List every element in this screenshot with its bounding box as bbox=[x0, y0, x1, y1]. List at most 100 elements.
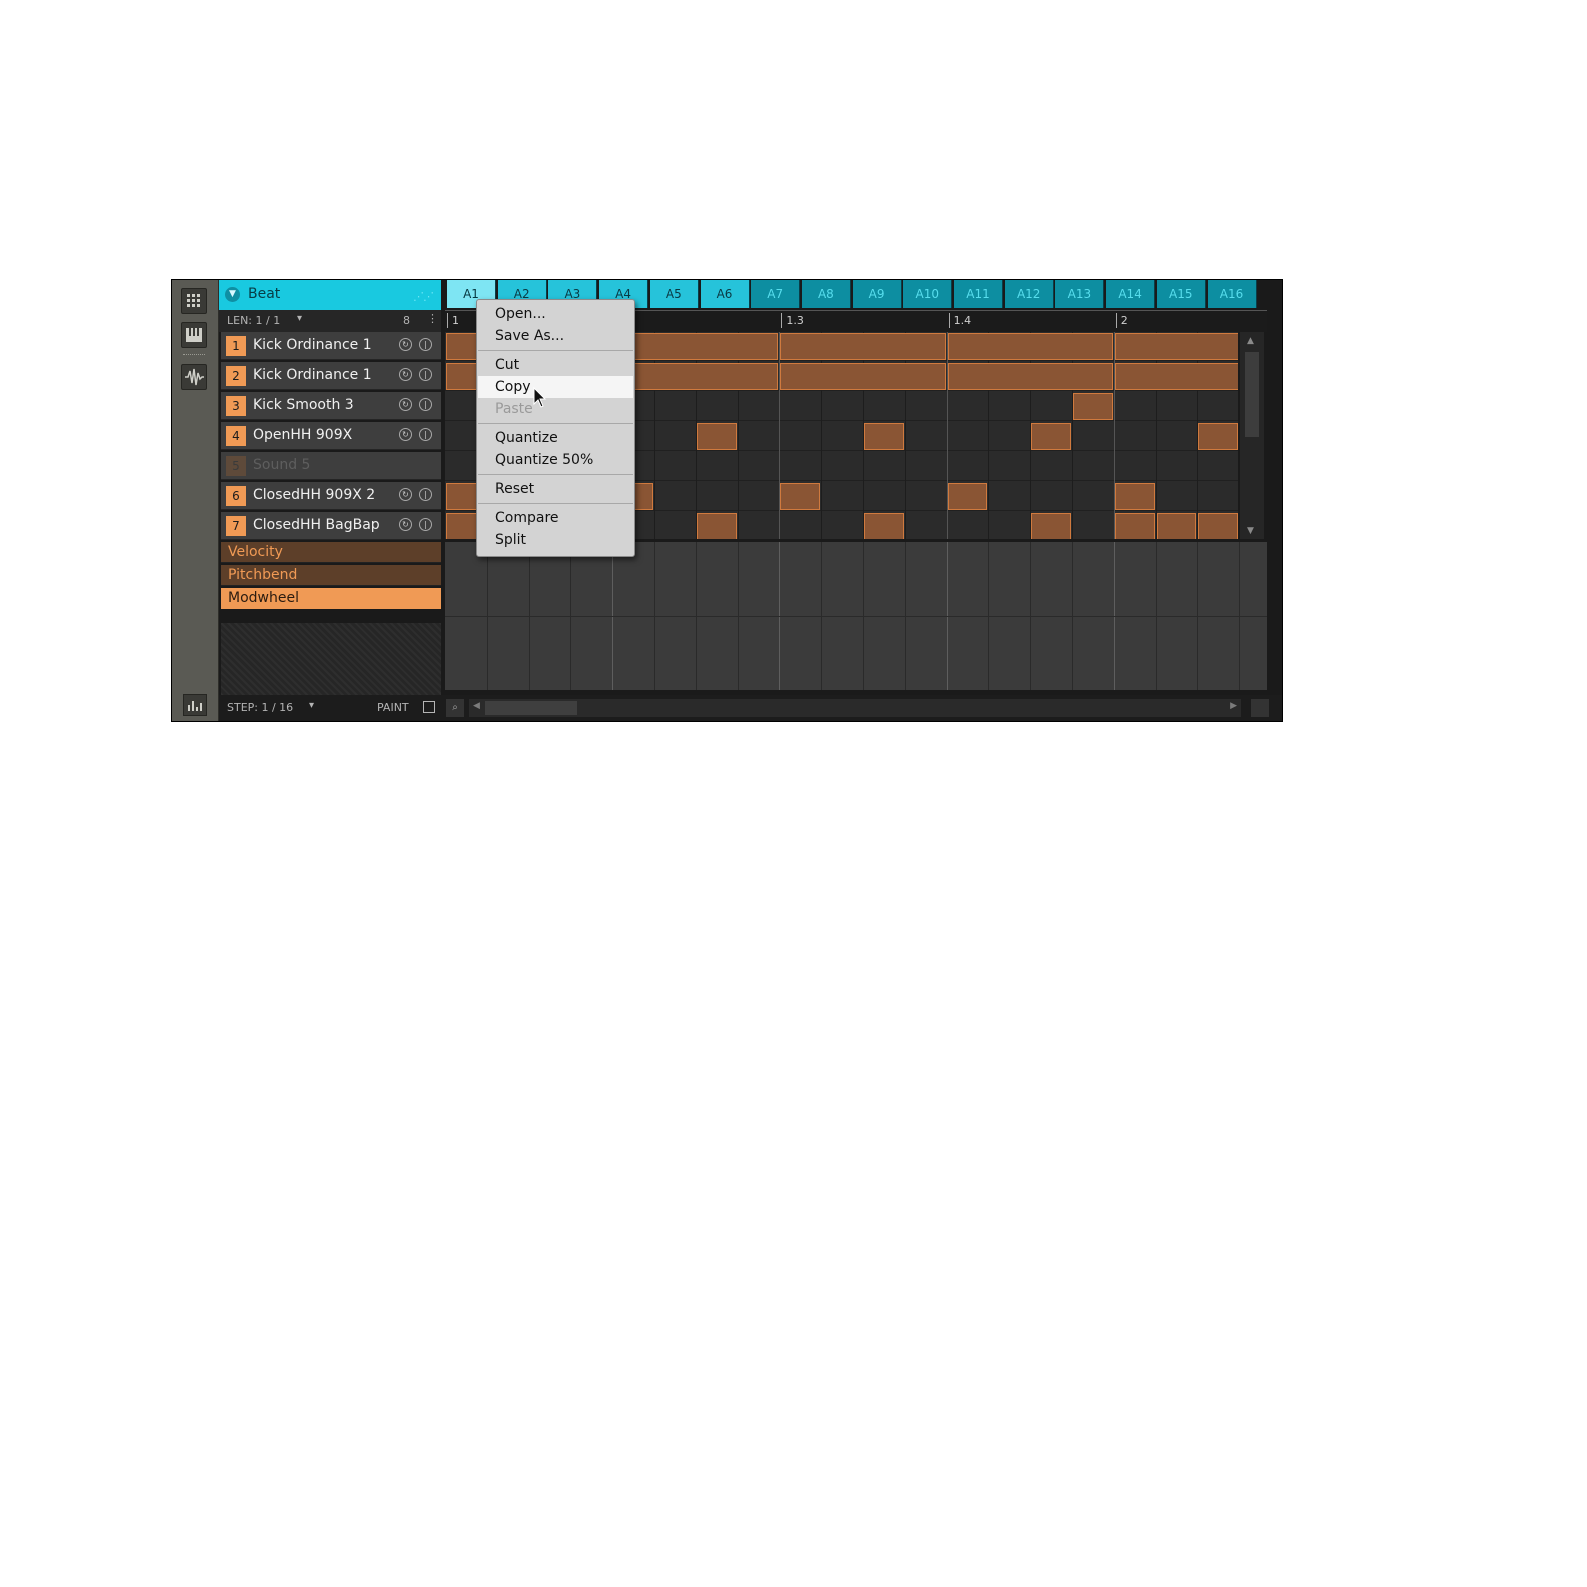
ruler-label: 1.4 bbox=[948, 313, 971, 328]
chevron-down-icon[interactable]: ▼ bbox=[225, 287, 240, 302]
bars-chart-icon[interactable] bbox=[183, 694, 207, 716]
pattern-editor: ▼ Beat ⋰⋰ A1 A2 A3 A4 A5 A6 A7 A8 A9 A10 A11 A12 A13… bbox=[171, 279, 1283, 722]
pattern-tab[interactable]: A15 bbox=[1156, 280, 1206, 308]
volume-knob-icon[interactable]: | bbox=[419, 398, 432, 411]
scroll-up-icon[interactable]: ▲ bbox=[1247, 336, 1254, 346]
pattern-tab[interactable]: A8 bbox=[801, 280, 851, 308]
scroll-left-icon[interactable]: ◀ bbox=[473, 701, 480, 711]
reverse-knob-icon[interactable]: ↻ bbox=[399, 368, 412, 381]
waveform-icon[interactable] bbox=[181, 364, 207, 390]
note-event[interactable] bbox=[1198, 513, 1238, 539]
lane-pitchbend[interactable]: Pitchbend bbox=[221, 565, 441, 586]
menu-separator bbox=[478, 423, 633, 424]
scroll-down-icon[interactable]: ▼ bbox=[1247, 526, 1254, 536]
sound-slot[interactable]: 4 OpenHH 909X ↻ | bbox=[221, 422, 441, 450]
note-event[interactable] bbox=[696, 513, 737, 539]
paint-checkbox[interactable] bbox=[423, 701, 435, 713]
drag-grip-icon[interactable]: ⋰⋰ bbox=[413, 290, 434, 303]
note-event[interactable] bbox=[1114, 333, 1238, 360]
sound-slot[interactable]: 7 ClosedHH BagBap ↻ | bbox=[221, 512, 441, 540]
vertical-scrollbar[interactable]: ▲ ▼ bbox=[1240, 332, 1264, 539]
sound-slot[interactable]: 6 ClosedHH 909X 2 ↻ | bbox=[221, 482, 441, 510]
grid-icon[interactable] bbox=[181, 288, 207, 314]
pattern-tab[interactable]: A5 bbox=[649, 280, 699, 308]
length-label[interactable]: LEN: 1 / 1 bbox=[227, 314, 280, 327]
note-event[interactable] bbox=[864, 513, 904, 539]
pattern-tab[interactable]: A10 bbox=[903, 280, 953, 308]
reverse-knob-icon[interactable]: ↻ bbox=[399, 428, 412, 441]
horizontal-scrollbar[interactable]: ◀ ▶ bbox=[469, 699, 1241, 717]
menu-item-quantize-50[interactable]: Quantize 50% bbox=[478, 449, 633, 471]
reverse-knob-icon[interactable]: ↻ bbox=[399, 338, 412, 351]
group-name: Beat bbox=[248, 286, 281, 302]
menu-item-compare[interactable]: Compare bbox=[478, 507, 633, 529]
note-event[interactable] bbox=[864, 423, 904, 450]
zoom-icon[interactable]: ⌕ bbox=[446, 699, 464, 717]
length-dropdown-icon[interactable]: ▾ bbox=[297, 313, 302, 324]
sound-slot[interactable]: 3 Kick Smooth 3 ↻ | bbox=[221, 392, 441, 420]
note-event[interactable] bbox=[947, 333, 1113, 360]
note-event[interactable] bbox=[947, 483, 988, 510]
menu-item-copy[interactable]: Copy bbox=[478, 376, 633, 398]
modulation-grid[interactable] bbox=[445, 542, 1267, 690]
horizontal-scroll-thumb[interactable] bbox=[485, 701, 577, 715]
reverse-knob-icon[interactable]: ↻ bbox=[399, 518, 412, 531]
menu-item-quantize[interactable]: Quantize bbox=[478, 427, 633, 449]
pattern-tab[interactable]: A13 bbox=[1055, 280, 1105, 308]
piano-keys-icon[interactable] bbox=[181, 322, 207, 348]
volume-knob-icon[interactable]: | bbox=[419, 338, 432, 351]
volume-knob-icon[interactable]: | bbox=[419, 368, 432, 381]
sound-slot[interactable]: 5 Sound 5 bbox=[221, 452, 441, 480]
pattern-tab[interactable]: A7 bbox=[751, 280, 801, 308]
pattern-tab[interactable]: A11 bbox=[954, 280, 1003, 308]
tool-strip bbox=[172, 280, 219, 721]
pattern-tab[interactable]: A6 bbox=[700, 280, 750, 308]
note-event[interactable] bbox=[1114, 513, 1155, 539]
note-event[interactable] bbox=[696, 423, 737, 450]
lane-modwheel[interactable]: Modwheel bbox=[221, 588, 441, 609]
note-event[interactable] bbox=[1156, 513, 1197, 539]
volume-knob-icon[interactable]: | bbox=[419, 428, 432, 441]
menu-item-save-as[interactable]: Save As... bbox=[478, 325, 633, 347]
note-event[interactable] bbox=[780, 363, 946, 390]
volume-knob-icon[interactable]: | bbox=[419, 518, 432, 531]
note-event[interactable] bbox=[1031, 423, 1071, 450]
sound-slot[interactable]: 1 Kick Ordinance 1 ↻ | bbox=[221, 332, 441, 360]
menu-item-open[interactable]: Open... bbox=[478, 303, 633, 325]
ruler-label: 2 bbox=[1115, 313, 1128, 328]
step-dropdown-icon[interactable]: ▾ bbox=[309, 700, 314, 711]
pattern-tab[interactable]: A9 bbox=[852, 280, 902, 308]
group-header[interactable]: ▼ Beat ⋰⋰ bbox=[219, 280, 441, 310]
sound-name: OpenHH 909X bbox=[253, 427, 353, 443]
menu-item-reset[interactable]: Reset bbox=[478, 478, 633, 500]
note-event[interactable] bbox=[1073, 393, 1113, 420]
sound-slot[interactable]: 2 Kick Ordinance 1 ↻ | bbox=[221, 362, 441, 390]
menu-item-cut[interactable]: Cut bbox=[478, 354, 633, 376]
note-event[interactable] bbox=[1114, 483, 1155, 510]
note-event[interactable] bbox=[1114, 363, 1238, 390]
volume-knob-icon[interactable]: | bbox=[419, 488, 432, 501]
sound-index: 3 bbox=[226, 396, 246, 416]
note-event[interactable] bbox=[780, 483, 821, 510]
sound-name: Kick Ordinance 1 bbox=[253, 367, 372, 383]
menu-separator bbox=[478, 503, 633, 504]
pattern-tab[interactable]: A12 bbox=[1004, 280, 1054, 308]
stepper-icon[interactable]: ⋮ bbox=[427, 312, 438, 325]
note-event[interactable] bbox=[1198, 423, 1238, 450]
note-event[interactable] bbox=[947, 363, 1113, 390]
length-value[interactable]: 8 bbox=[403, 314, 410, 327]
scroll-right-icon[interactable]: ▶ bbox=[1230, 701, 1237, 711]
pattern-tab[interactable]: A14 bbox=[1106, 280, 1156, 308]
scroll-thumb[interactable] bbox=[1245, 352, 1259, 437]
menu-item-split[interactable]: Split bbox=[478, 529, 633, 551]
menu-separator bbox=[478, 474, 633, 475]
lane-velocity[interactable]: Velocity bbox=[221, 542, 441, 563]
pattern-tab[interactable]: A16 bbox=[1207, 280, 1257, 308]
note-event[interactable] bbox=[780, 333, 946, 360]
reverse-knob-icon[interactable]: ↻ bbox=[399, 488, 412, 501]
resize-corner[interactable] bbox=[1251, 699, 1269, 717]
reverse-knob-icon[interactable]: ↻ bbox=[399, 398, 412, 411]
ruler-label: 1.3 bbox=[781, 313, 804, 328]
step-label[interactable]: STEP: 1 / 16 bbox=[227, 701, 293, 714]
note-event[interactable] bbox=[1031, 513, 1071, 539]
